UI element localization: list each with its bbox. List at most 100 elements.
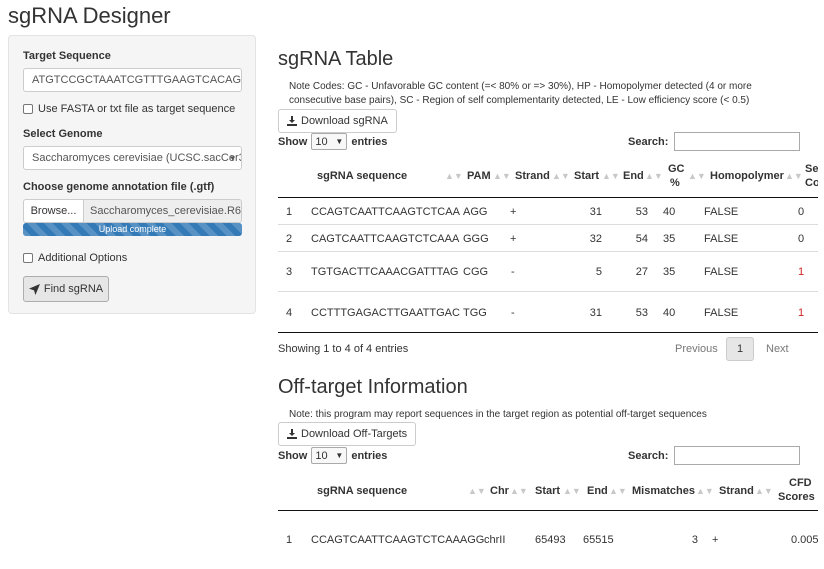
col-start[interactable]: Start [574,170,599,182]
entries-select[interactable]: 10 ▼ [311,447,348,464]
col-mismatches[interactable]: Mismatches [632,485,695,497]
entries-label: entries [351,449,388,462]
cell-homopolymer: FALSE [704,307,739,319]
cell-sequence: CCAGTCAATTCAAGTCTCAAAGG [311,534,485,546]
additional-options-row[interactable]: Additional Options [23,252,127,264]
sort-icon[interactable]: ▲▼ [552,171,570,181]
cell-strand: - [511,266,515,278]
target-sequence-input[interactable]: ATGTCCGCTAAATCGTTTGAAGTCACAGAT [23,68,242,92]
find-sgrna-button[interactable]: Find sgRNA [23,276,109,302]
chevron-down-icon: ▾ [230,153,235,163]
sort-icon[interactable]: ▲▼ [493,171,511,181]
row-divider [278,291,818,292]
col-strand[interactable]: Strand [719,485,754,497]
select-genome-label: Select Genome [23,128,103,140]
cell-cfd-score: 0.005 [791,534,818,546]
row-divider [278,224,818,225]
page-1-button[interactable]: 1 [726,337,754,361]
col-start[interactable]: Start [535,485,560,497]
cell-start: 5 [595,266,602,278]
previous-page-button[interactable]: Previous [675,343,718,355]
cell-start: 65493 [535,534,566,546]
cell-gc: 40 [663,307,676,319]
col-strand[interactable]: Strand [515,170,550,182]
genome-select[interactable]: Saccharomyces cerevisiae (UCSC.sacCer3 ▾ [23,146,242,170]
sort-icon[interactable]: ▲▼ [785,171,803,181]
table-bottom-border [278,332,818,333]
cell-gc: 40 [663,206,676,218]
sgrna-search-input[interactable] [674,132,801,151]
sgrna-note-line2: consecutive base pairs), SC - Region of … [289,95,750,106]
annotation-file-label: Choose genome annotation file (.gtf) [23,181,215,193]
entries-label: entries [351,135,388,148]
paper-plane-icon [28,283,40,295]
cell-pam: TGG [463,307,487,319]
entries-select[interactable]: 10 ▼ [311,133,348,150]
cell-pam: AGG [463,206,488,218]
sort-icon[interactable]: ▲▼ [445,171,463,181]
col-homopolymer[interactable]: Homopolymer [710,170,784,182]
sort-icon[interactable]: ▲▼ [510,486,528,496]
fasta-checkbox-row[interactable]: Use FASTA or txt file as target sequence [23,103,235,115]
show-label: Show [278,449,308,462]
fasta-checkbox[interactable] [23,104,33,114]
sort-icon[interactable]: ▲▼ [645,171,663,181]
offtarget-table: sgRNA sequence ▲▼ Chr ▲▼ Start ▲▼ End ▲▼… [278,472,818,569]
browse-button[interactable]: Browse... [23,199,83,223]
cell-start: 31 [589,307,602,319]
cell-strand: - [511,307,515,319]
row-divider [278,251,818,252]
sgrna-search: Search: [628,132,801,151]
sgrna-length-control: Show 10 ▼ entries [278,133,387,150]
sgrna-note-line1: Note Codes: GC - Unfavorable GC content … [289,81,752,92]
cell-start: 31 [589,206,602,218]
col-self-comp[interactable]: Se [805,163,818,175]
row-index: 4 [286,307,293,319]
cell-pam: CGG [463,266,489,278]
additional-options-checkbox[interactable] [23,253,33,263]
cell-end: 53 [635,206,648,218]
cell-end: 53 [635,307,648,319]
chevron-down-icon: ▼ [335,137,344,146]
header-divider [278,197,818,198]
sort-icon[interactable]: ▲▼ [468,486,486,496]
col-cfd-scores: Scores [778,491,815,503]
col-end[interactable]: End [623,170,644,182]
sort-icon[interactable]: ▲▼ [563,486,581,496]
cell-homopolymer: FALSE [704,266,739,278]
sgrna-table-title: sgRNA Table [278,48,394,70]
sort-icon[interactable]: ▲▼ [755,486,773,496]
search-label: Search: [628,449,669,462]
next-page-button[interactable]: Next [766,343,789,355]
search-label: Search: [628,135,669,148]
sort-icon[interactable]: ▲▼ [688,171,706,181]
col-end[interactable]: End [587,485,608,497]
col-sgrna-sequence[interactable]: sgRNA sequence [317,170,407,182]
sort-icon[interactable]: ▲▼ [696,486,714,496]
sort-icon[interactable]: ▲▼ [602,171,620,181]
cell-sequence: CCTTTGAGACTTGAATTGAC [311,307,460,319]
cell-self-comp-flag: 1 [798,266,805,278]
col-pam[interactable]: PAM [467,170,491,182]
col-chr[interactable]: Chr [490,485,509,497]
cell-end: 65515 [583,534,614,546]
offtarget-title: Off-target Information [278,376,468,398]
cell-sequence: TGTGACTTCAAACGATTTAG [311,266,459,278]
sort-icon[interactable]: ▲▼ [609,486,627,496]
download-sgrna-button[interactable]: Download sgRNA [278,109,397,133]
cell-gc: 35 [663,233,676,245]
col-gc[interactable]: GC [668,163,685,175]
cell-strand: + [510,206,517,218]
cell-gc: 35 [663,266,676,278]
offtarget-search-input[interactable] [674,446,801,465]
download-offtargets-label: Download Off-Targets [301,428,408,440]
sgrna-table: sgRNA sequence ▲▼ PAM ▲▼ Strand ▲▼ Start… [278,158,818,334]
row-index: 1 [286,534,293,546]
col-cfd[interactable]: CFD [789,477,812,489]
col-sgrna-sequence[interactable]: sgRNA sequence [317,485,407,497]
download-offtargets-button[interactable]: Download Off-Targets [278,422,417,446]
app-title: sgRNA Designer [8,3,171,28]
download-icon [287,116,297,126]
col-gc-percent: % [670,177,680,189]
cell-sequence: CAGTCAATTCAAGTCTCAAA [311,233,460,245]
